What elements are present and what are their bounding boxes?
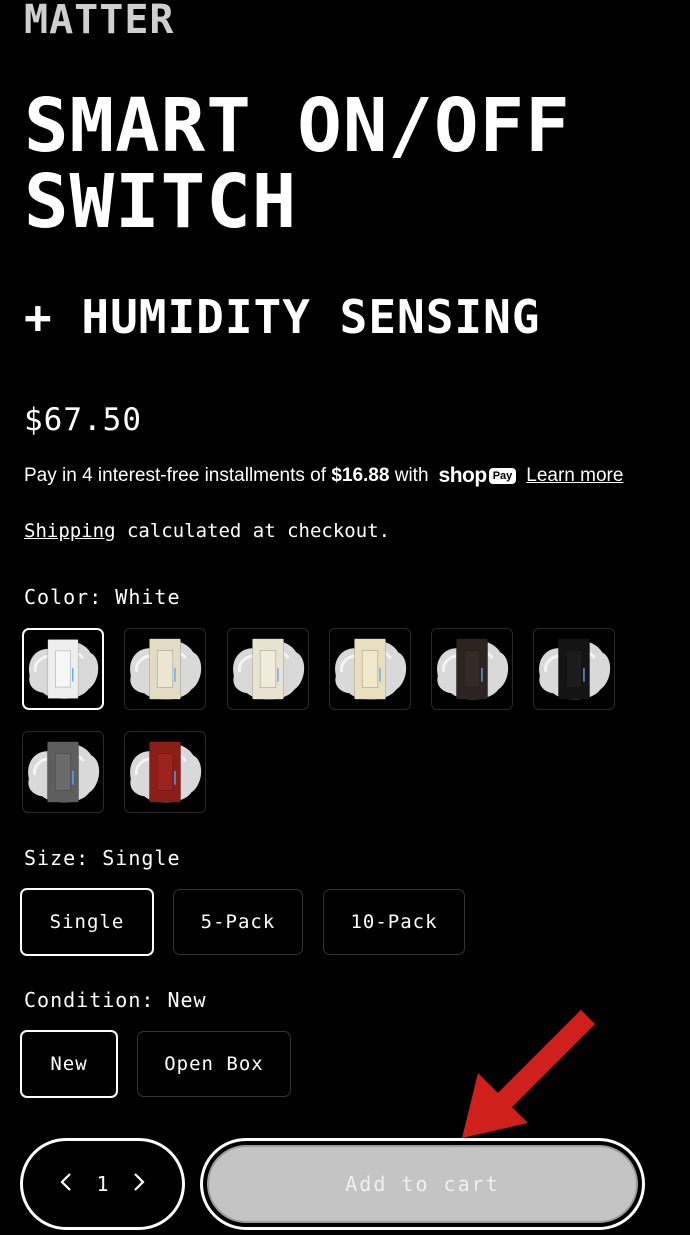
size-option-10-pack[interactable]: 10-Pack bbox=[323, 889, 465, 955]
condition-option-open-box[interactable]: Open Box bbox=[137, 1031, 291, 1097]
brand-name: MATTER bbox=[24, 0, 175, 43]
arrow-shaft bbox=[490, 1009, 596, 1115]
chevron-right-icon[interactable] bbox=[132, 1172, 146, 1197]
size-option-5-pack[interactable]: 5-Pack bbox=[173, 889, 303, 955]
shop-pay-logo: shop Pay bbox=[439, 463, 517, 489]
shipping-link[interactable]: Shipping bbox=[24, 520, 116, 542]
installments-info: Pay in 4 interest-free installments of $… bbox=[24, 463, 623, 489]
red-arrow-annotation bbox=[462, 1009, 596, 1138]
quantity-value[interactable]: 1 bbox=[96, 1172, 108, 1196]
quantity-stepper: 1 bbox=[20, 1138, 185, 1230]
condition-option-new[interactable]: New bbox=[20, 1030, 118, 1098]
add-to-cart-label: Add to cart bbox=[207, 1145, 638, 1223]
color-swatch-almond[interactable] bbox=[227, 628, 309, 710]
installment-amount: $16.88 bbox=[331, 465, 390, 486]
installments-prefix: Pay in 4 interest-free installments of bbox=[24, 465, 332, 486]
chevron-left-icon[interactable] bbox=[59, 1172, 73, 1197]
color-swatch-white[interactable] bbox=[22, 628, 104, 710]
size-label: Size: Single bbox=[24, 846, 181, 870]
shop-logo-text: shop bbox=[438, 464, 488, 487]
shipping-text: calculated at checkout. bbox=[115, 520, 391, 542]
size-option-single[interactable]: Single bbox=[20, 888, 154, 956]
color-swatch-light-almond[interactable] bbox=[124, 628, 206, 710]
color-swatch-ivory[interactable] bbox=[329, 628, 411, 710]
installments-suffix: with bbox=[389, 465, 429, 486]
product-subtitle: + HUMIDITY SENSING bbox=[24, 290, 541, 344]
color-label: Color: White bbox=[24, 585, 181, 609]
shipping-info: Shipping calculated at checkout. bbox=[24, 518, 390, 544]
pay-badge: Pay bbox=[488, 468, 517, 484]
color-swatch-gray[interactable] bbox=[22, 731, 104, 813]
color-swatch-red[interactable] bbox=[124, 731, 206, 813]
product-price: $67.50 bbox=[24, 402, 142, 438]
color-swatch-black[interactable] bbox=[533, 628, 615, 710]
learn-more-link[interactable]: Learn more bbox=[526, 463, 623, 489]
product-title: SMART ON/OFF SWITCH bbox=[24, 83, 571, 245]
condition-label: Condition: New bbox=[24, 988, 207, 1012]
color-swatch-brown[interactable] bbox=[431, 628, 513, 710]
